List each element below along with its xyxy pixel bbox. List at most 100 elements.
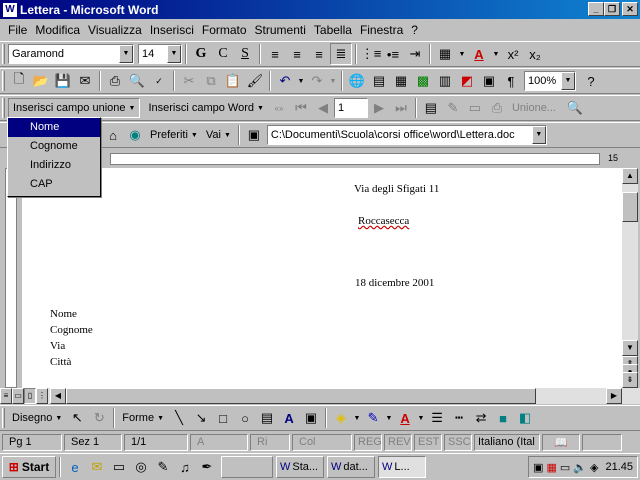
outlook-express-icon[interactable]: ✉ [86,456,108,478]
first-record-icon[interactable]: ⏮ [290,97,312,119]
previous-record-icon[interactable]: ◀ [312,97,334,119]
merge-field-cognome[interactable]: Cognome [8,137,100,156]
justify-icon[interactable]: ≣ [330,43,352,65]
internet-explorer-icon[interactable]: e [64,456,86,478]
clock[interactable]: 21.45 [605,461,633,473]
oval-icon[interactable]: ○ [234,407,256,429]
arrow-icon[interactable]: ↘ [190,407,212,429]
chevron-down-icon[interactable]: ▼ [416,407,426,429]
menu-visualizza[interactable]: Visualizza [84,23,146,37]
print-icon[interactable]: ⎙ [104,70,126,92]
show-only-web-toolbar-icon[interactable]: ▣ [243,124,265,146]
vertical-scrollbar[interactable]: ▲ ▼ ⇞ ● ⇟ [622,168,638,388]
page-layout-icon[interactable]: ▯ [24,388,36,404]
text-box-icon[interactable]: ▤ [256,407,278,429]
horizontal-scrollbar[interactable]: ≡ ▭ ▯ ⋮ ◀ ▶ [0,388,640,404]
bold-button[interactable]: G [190,43,212,65]
copy-icon[interactable]: ⧉ [200,70,222,92]
send-mail-icon[interactable]: ✉ [74,70,96,92]
status-rev[interactable]: REV [384,433,412,451]
next-page-icon[interactable]: ⇟ [622,372,638,388]
spelling-icon[interactable]: ✓ [148,70,170,92]
zoom-combo[interactable]: 100% ▼ [524,71,576,91]
font-combo[interactable]: Garamond ▼ [8,44,134,64]
menu-formato[interactable]: Formato [198,23,251,37]
toolbar-grip[interactable] [2,98,5,118]
tray-icon-scheduler[interactable]: ▦ [546,461,556,474]
draw-menu-button[interactable]: Disegno ▼ [8,408,66,428]
columns-icon[interactable]: ▥ [434,70,456,92]
rectangle-icon[interactable]: □ [212,407,234,429]
superscript-button[interactable]: x² [502,43,524,65]
align-right-icon[interactable]: ≡ [308,43,330,65]
subscript-button[interactable]: x₂ [524,43,546,65]
chevron-down-icon[interactable]: ▼ [456,43,468,65]
menu-finestra[interactable]: Finestra [356,23,407,37]
save-icon[interactable]: 💾 [52,70,74,92]
record-number-input[interactable]: 1 [333,98,368,118]
home-icon[interactable]: ⌂ [102,124,124,146]
next-record-icon[interactable]: ▶ [368,97,390,119]
scroll-up-icon[interactable]: ▲ [622,168,638,184]
scroll-left-icon[interactable]: ◀ [50,388,66,404]
new-document-icon[interactable]: 🗋 [8,70,30,92]
outline-view-icon[interactable]: ⋮ [36,388,48,404]
scroll-right-icon[interactable]: ▶ [606,388,622,404]
print-preview-icon[interactable]: 🔍 [126,70,148,92]
insert-merge-field-button[interactable]: Inserisci campo unione ▼ [8,98,141,118]
insert-word-field-button[interactable]: Inserisci campo Word ▼ [144,98,268,118]
check-errors-icon[interactable]: ✎ [442,97,464,119]
status-language[interactable]: Italiano (Ital [474,433,540,451]
cut-icon[interactable]: ✂ [178,70,200,92]
paste-icon[interactable]: 📋 [222,70,244,92]
chevron-down-icon[interactable]: ▼ [167,45,181,63]
spelling-status-icon[interactable]: 📖 [542,433,580,451]
italic-button[interactable]: C [212,43,234,65]
insert-excel-icon[interactable]: ▩ [412,70,434,92]
wordart-icon[interactable]: A [278,407,300,429]
clip-art-icon[interactable]: ▣ [300,407,322,429]
menu-strumenti[interactable]: Strumenti [251,23,310,37]
menu-help[interactable]: ? [407,23,422,37]
autoshapes-button[interactable]: Forme ▼ [118,408,168,428]
channels-icon[interactable]: ◎ [130,456,152,478]
horizontal-scroll-thumb[interactable] [66,388,536,404]
address-field[interactable]: C:\Documenti\Scuola\corsi office\word\Le… [266,125,547,145]
tray-icon-agent[interactable]: ◈ [590,461,598,474]
font-color-icon[interactable]: A [394,407,416,429]
drawing-icon[interactable]: ◩ [456,70,478,92]
hyperlink-icon[interactable]: 🌐 [346,70,368,92]
insert-table-icon[interactable]: ▦ [390,70,412,92]
arrow-style-icon[interactable]: ⇄ [470,407,492,429]
merge-to-printer-icon[interactable]: ⎙ [486,97,508,119]
go-button[interactable]: Vai ▼ [202,125,235,145]
shadow-icon[interactable]: ■ [492,407,514,429]
volume-icon[interactable]: 🔈 [573,461,587,474]
taskbar-task-2[interactable]: W dat... [327,456,375,478]
free-rotate-icon[interactable]: ↻ [88,407,110,429]
open-folder-icon[interactable]: 📂 [30,70,52,92]
minimize-button[interactable]: _ [588,2,604,16]
desktop-icon[interactable]: ▭ [108,456,130,478]
pen-icon[interactable]: ✒ [196,456,218,478]
font-size-combo[interactable]: 14 ▼ [138,44,182,64]
toolbar-grip[interactable] [2,44,5,64]
menu-file[interactable]: File [4,23,31,37]
taskbar-blank[interactable] [221,456,273,478]
chevron-down-icon[interactable]: ▼ [384,407,394,429]
chevron-down-icon[interactable]: ▼ [328,70,338,92]
show-hide-icon[interactable]: ¶ [500,70,522,92]
view-merged-data-icon[interactable]: «» [268,97,290,119]
menu-tabella[interactable]: Tabella [310,23,356,37]
chevron-down-icon[interactable]: ▼ [561,72,575,90]
restore-button[interactable]: ❐ [604,2,620,16]
help-icon[interactable]: ? [580,70,602,92]
status-ext[interactable]: EST [414,433,442,451]
chevron-down-icon[interactable]: ▼ [296,70,306,92]
search-web-icon[interactable]: ◉ [124,124,146,146]
menu-modifica[interactable]: Modifica [31,23,84,37]
3d-icon[interactable]: ◧ [514,407,536,429]
favorites-button[interactable]: Preferiti ▼ [146,125,202,145]
numbered-list-icon[interactable]: ⋮≡ [360,43,382,65]
tray-icon-display[interactable]: ▭ [560,461,570,474]
